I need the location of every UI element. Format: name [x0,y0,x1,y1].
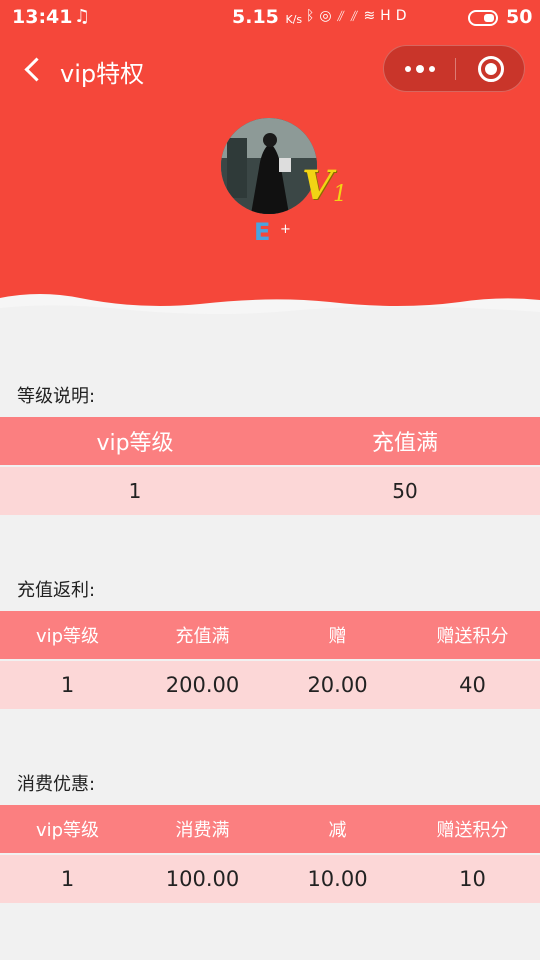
table-cell: 100.00 [165,867,240,891]
consume-discount-label: 消费优惠: [17,774,96,795]
username: E [254,218,271,246]
table-cell: 1 [60,867,75,891]
more-dots-icon[interactable] [384,46,454,91]
table-header-row: vip等级 消费满 减 赠送积分 [0,805,540,853]
table-header-cell: 赠 [328,626,347,647]
wave-divider [0,294,540,330]
status-bar: 13:41 ♫ 5.15 K/s ᛒ◎⫽⫽≋HD 50 [0,0,540,36]
table-cell: 200.00 [165,673,240,697]
navigation-bar: vip特权 [0,40,540,100]
mini-program-capsule [383,45,525,92]
battery-level: 50 [506,6,533,28]
table-cell: 20.00 [307,673,368,697]
vip-level-number: 1 [333,182,347,207]
vip-level-badge: V 1 [300,162,360,210]
close-circle-icon[interactable] [456,46,526,91]
recharge-rebate-table: vip等级 充值满 赠 赠送积分 1 200.00 20.00 40 [0,611,540,709]
table-header-cell: 充值满 [175,626,230,647]
level-info-label: 等级说明: [17,386,96,407]
vip-letter: V [302,162,334,209]
nfc-icon: ◎ [319,8,337,24]
speed-value: 5.15 [232,6,279,28]
bluetooth-icon: ᛒ [306,8,320,24]
hd-icon: HD [380,8,412,24]
wifi-icon: ≋ [363,8,381,24]
status-time: 13:41 [12,6,73,28]
recharge-rebate-label: 充值返利: [17,580,96,601]
speed-unit: K/s [285,13,303,26]
table-cell: 40 [459,673,486,697]
qq-icon: ♫ [74,6,91,27]
battery-icon [468,10,498,26]
table-header-cell: 消费满 [175,820,230,841]
table-header-row: vip等级 充值满 [0,417,540,465]
back-arrow-icon[interactable] [22,52,52,88]
system-icons: ᛒ◎⫽⫽≋HD [306,8,411,24]
table-cell: 1 [128,479,142,503]
table-row: 1 50 [0,467,540,515]
page-title: vip特权 [60,60,145,88]
network-speed: 5.15 K/s [232,6,302,28]
table-header-cell: 减 [328,820,347,841]
table-header-cell: 赠送积分 [436,820,509,841]
table-header-cell: 赠送积分 [436,626,509,647]
table-row: 1 100.00 10.00 10 [0,855,540,903]
table-cell: 1 [60,673,75,697]
table-header-cell: vip等级 [35,820,100,841]
table-cell: 10 [459,867,486,891]
signal-icon: ⫽⫽ [336,8,364,24]
consume-discount-table: vip等级 消费满 减 赠送积分 1 100.00 10.00 10 [0,805,540,903]
table-header-cell: vip等级 [96,431,174,456]
level-info-table: vip等级 充值满 1 50 [0,417,540,515]
table-header-cell: 充值满 [371,431,438,456]
table-row: 1 200.00 20.00 40 [0,661,540,709]
header-banner: 13:41 ♫ 5.15 K/s ᛒ◎⫽⫽≋HD 50 vip特权 V 1 E … [0,0,540,330]
username-plus: + [280,222,291,237]
table-header-cell: vip等级 [35,626,100,647]
table-cell: 50 [392,479,418,503]
table-cell: 10.00 [307,867,368,891]
table-header-row: vip等级 充值满 赠 赠送积分 [0,611,540,659]
